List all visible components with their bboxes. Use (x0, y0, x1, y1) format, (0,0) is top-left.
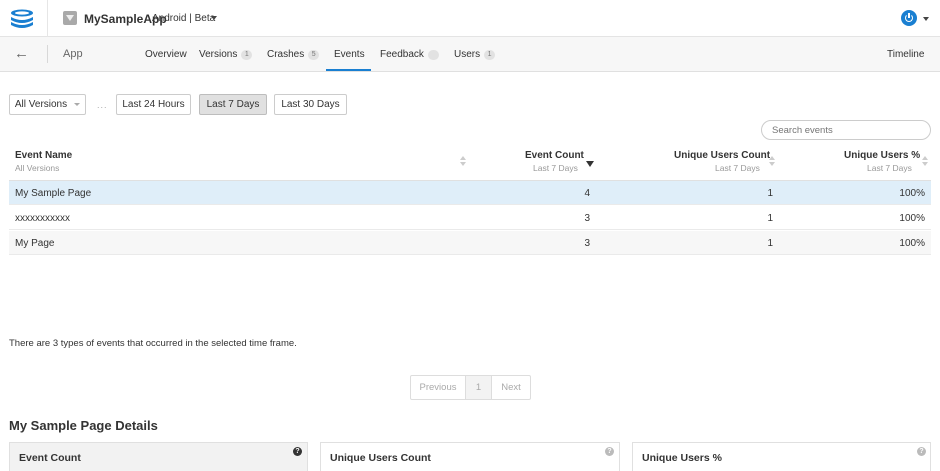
unique-users-pct-cell: 100% (899, 213, 925, 224)
column-subheader: All Versions (15, 163, 60, 173)
unique-users-pct-card: Unique Users % ? (632, 442, 931, 471)
database-logo-icon[interactable] (8, 8, 36, 30)
event-count-cell: 3 (584, 213, 590, 224)
chevron-down-icon (74, 103, 81, 106)
tab-label: Feedback (380, 49, 424, 60)
help-icon[interactable]: ? (605, 447, 614, 456)
event-count-cell: 3 (584, 238, 590, 249)
top-bar: MySampleApp Android | Beta (0, 0, 940, 37)
range-last-24-hours-button[interactable]: Last 24 Hours (116, 94, 191, 115)
filter-ellipsis: ... (97, 100, 108, 110)
range-label: Last 24 Hours (122, 99, 185, 110)
event-name-cell[interactable]: My Sample Page (15, 188, 91, 199)
nav-divider (47, 45, 48, 63)
unique-users-cell: 1 (767, 238, 773, 249)
event-count-cell: 4 (584, 188, 590, 199)
help-icon[interactable]: ? (917, 447, 926, 456)
range-label: Last 7 Days (206, 99, 260, 110)
unique-users-cell: 1 (767, 213, 773, 224)
nav-app-label[interactable]: App (63, 48, 83, 60)
sort-icon[interactable] (460, 156, 466, 167)
tab-label: Overview (145, 49, 187, 60)
column-subheader: Last 7 Days (533, 163, 578, 173)
sort-icon[interactable] (922, 156, 928, 167)
column-header-unique-users-pct[interactable]: Unique Users % (844, 150, 920, 161)
power-icon[interactable] (901, 10, 917, 26)
tab-versions[interactable]: Versions 1 (199, 49, 253, 60)
sort-icon[interactable] (769, 156, 775, 167)
event-name-cell[interactable]: My Page (15, 238, 54, 249)
table-row[interactable]: My Sample Page 4 1 100% (9, 181, 931, 205)
back-arrow-icon[interactable]: ← (14, 46, 29, 62)
column-subheader: Last 7 Days (715, 163, 760, 173)
version-select-label: All Versions (14, 99, 68, 110)
account-chevron-down-icon[interactable] (923, 17, 929, 21)
tab-label: Events (334, 49, 365, 60)
next-page-button[interactable]: Next (492, 376, 530, 399)
card-label: Event Count (19, 452, 81, 464)
tab-overview[interactable]: Overview (145, 49, 187, 60)
count-badge: 1 (241, 50, 253, 60)
unique-users-cell: 1 (767, 188, 773, 199)
app-subtitle[interactable]: Android | Beta (152, 13, 215, 24)
previous-page-button[interactable]: Previous (411, 376, 466, 399)
app-switcher-chevron-down-icon[interactable] (211, 16, 217, 20)
tab-label: Users (454, 49, 481, 60)
tab-label: Versions (199, 49, 238, 60)
sort-descending-icon[interactable] (586, 161, 594, 167)
range-label: Last 30 Days (281, 99, 340, 110)
card-label: Unique Users Count (330, 452, 431, 464)
unique-users-count-card: Unique Users Count ? (320, 442, 620, 471)
tab-crashes[interactable]: Crashes 5 (267, 49, 320, 60)
column-header-event-name[interactable]: Event Name (15, 150, 72, 161)
tab-feedback[interactable]: Feedback 0 (380, 49, 439, 60)
page-number-button[interactable]: 1 (466, 376, 492, 399)
event-name-cell[interactable]: xxxxxxxxxxx (15, 213, 70, 224)
tab-label: Crashes (267, 49, 305, 60)
count-badge: 0 (427, 50, 439, 60)
column-header-unique-users-count[interactable]: Unique Users Count (674, 150, 770, 161)
tab-events[interactable]: Events (334, 49, 365, 60)
events-summary-text: There are 3 types of events that occurre… (9, 338, 297, 349)
unique-users-pct-cell: 100% (899, 238, 925, 249)
range-last-7-days-button[interactable]: Last 7 Days (199, 94, 267, 115)
table-row[interactable]: xxxxxxxxxxx 3 1 100% (9, 206, 931, 230)
unique-users-pct-cell: 100% (899, 188, 925, 199)
search-input[interactable] (761, 120, 931, 140)
tab-users[interactable]: Users 1 (454, 49, 496, 60)
active-tab-indicator (326, 69, 371, 71)
help-icon[interactable]: ? (293, 447, 302, 456)
column-subheader: Last 7 Days (867, 163, 912, 173)
count-badge: 1 (484, 50, 496, 60)
timeline-link[interactable]: Timeline (887, 49, 924, 60)
version-select[interactable]: All Versions (9, 94, 86, 115)
details-title: My Sample Page Details (9, 418, 158, 433)
pagination: Previous 1 Next (410, 375, 531, 400)
range-last-30-days-button[interactable]: Last 30 Days (274, 94, 347, 115)
app-shield-icon (63, 11, 77, 25)
card-label: Unique Users % (642, 452, 722, 464)
topbar-divider (47, 0, 48, 37)
nav-bar: ← App Overview Versions 1 Crashes 5 Events… (0, 37, 940, 72)
count-badge: 5 (308, 50, 320, 60)
column-header-event-count[interactable]: Event Count (525, 150, 584, 161)
table-row[interactable]: My Page 3 1 100% (9, 231, 931, 255)
event-count-card: Event Count ? (9, 442, 308, 471)
